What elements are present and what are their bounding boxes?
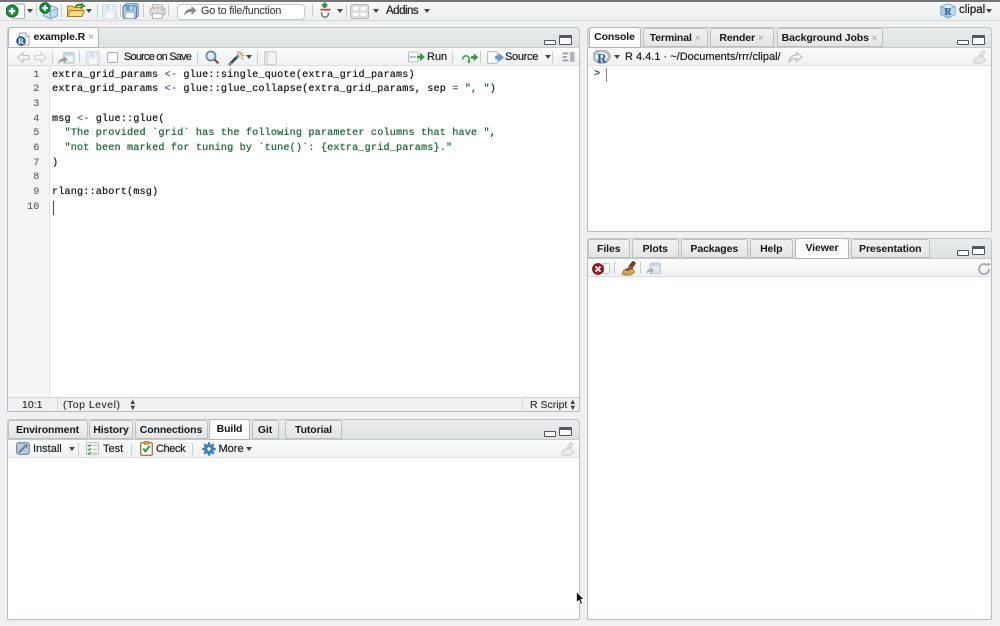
svg-text:R: R bbox=[597, 51, 607, 64]
svg-text:R: R bbox=[944, 7, 952, 18]
svg-text:R: R bbox=[18, 37, 24, 46]
